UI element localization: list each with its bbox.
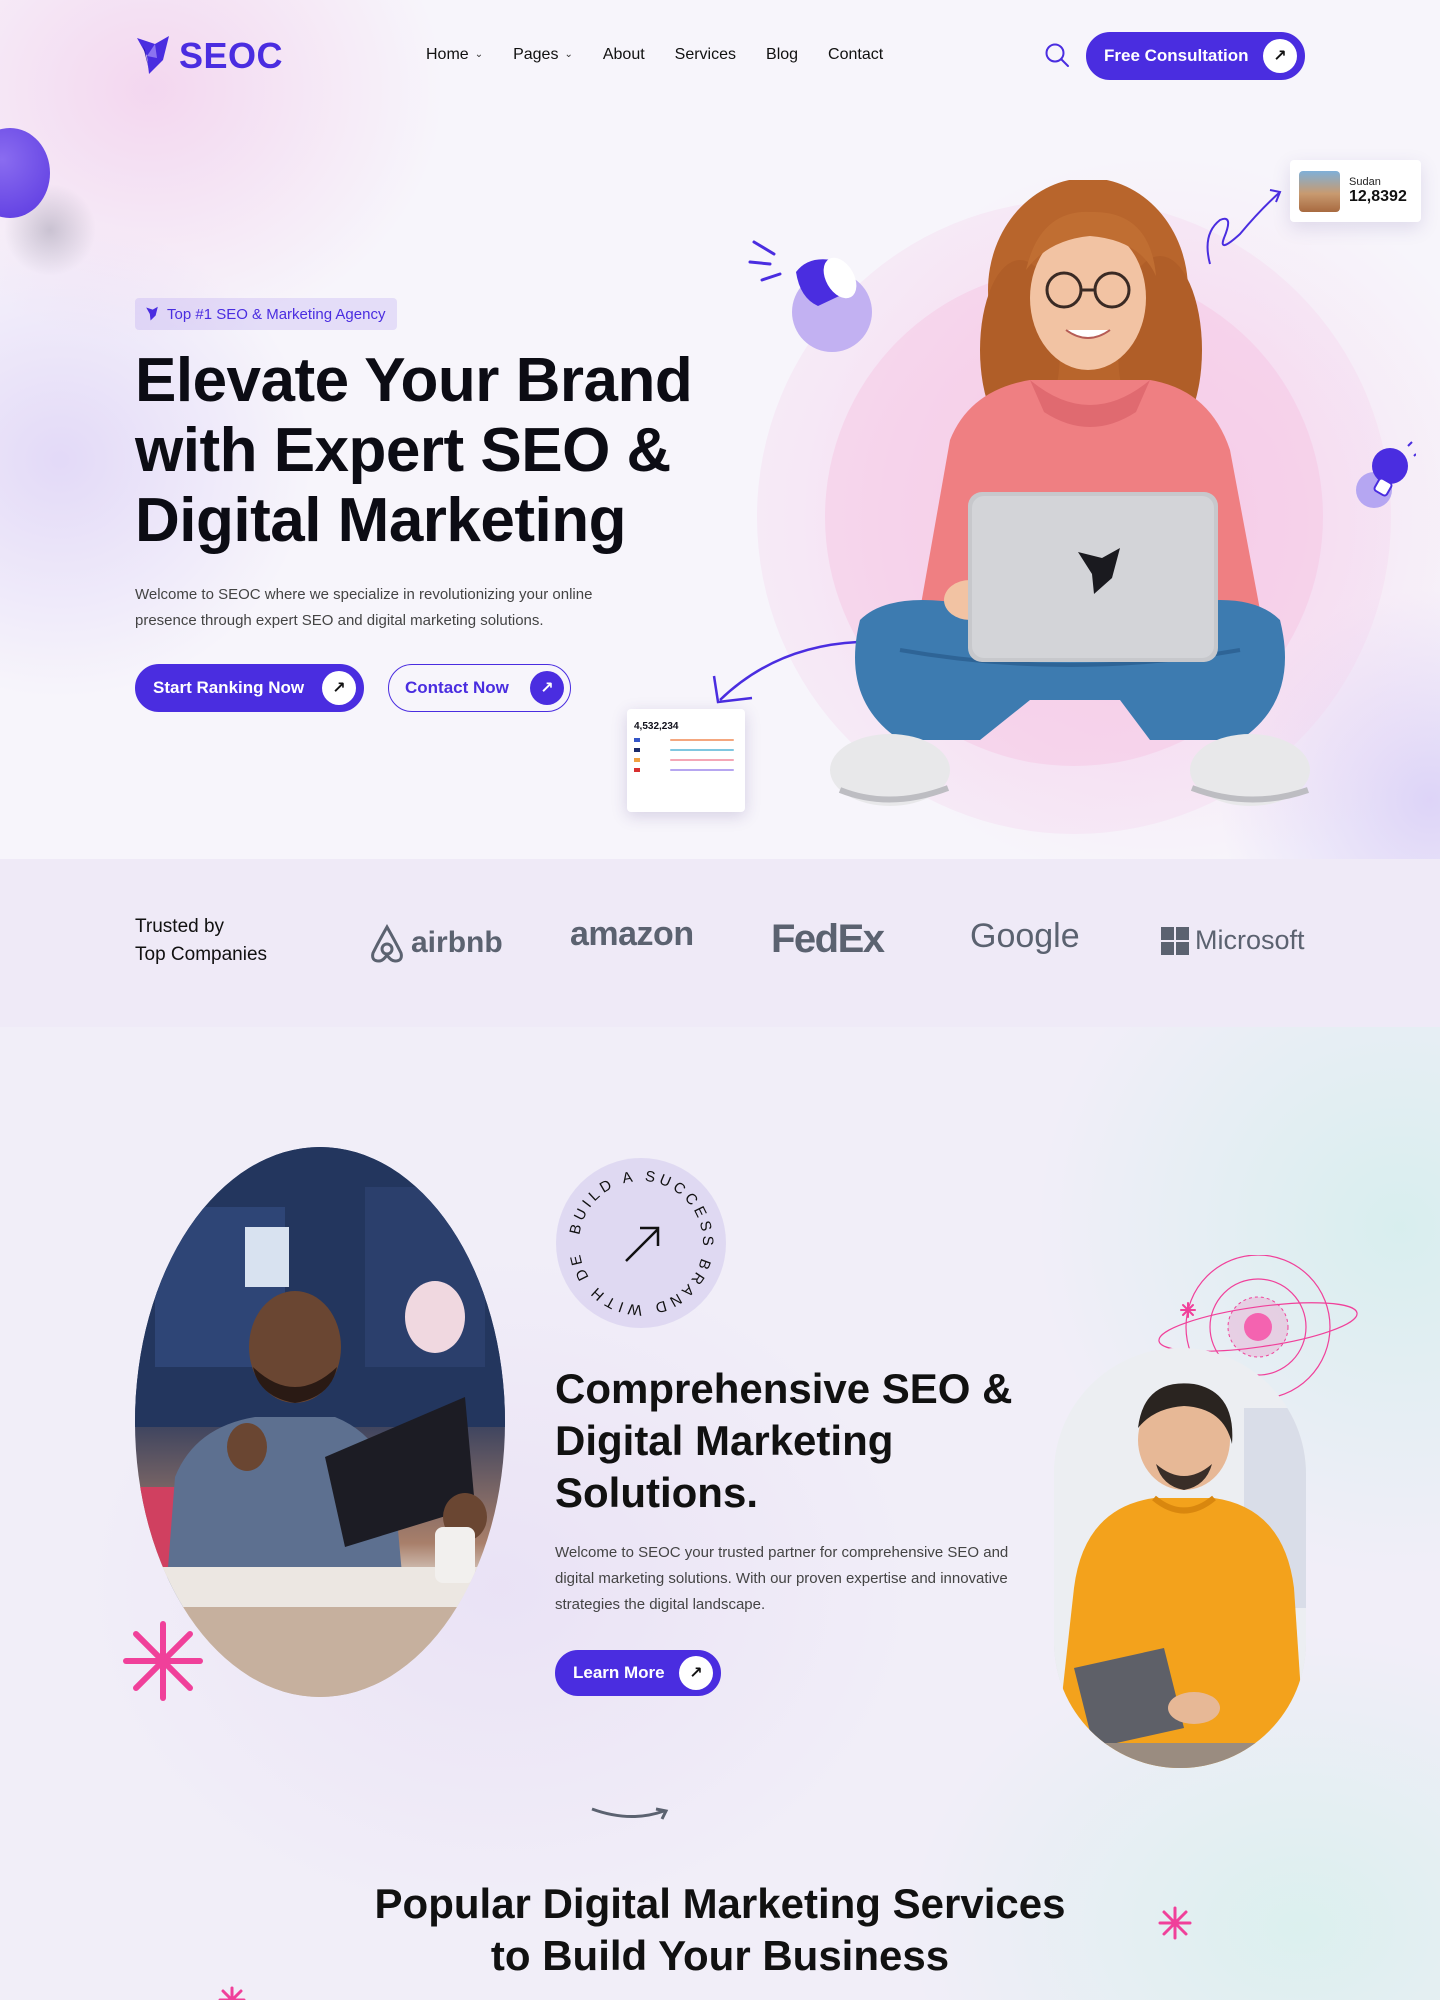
nav-pages[interactable]: Pages ⌄ (513, 46, 573, 64)
mini-dashboard-value: 4,532,234 (634, 721, 679, 732)
services-title-line2: to Build Your Business (490, 1932, 950, 1979)
brand-google: Google (970, 917, 1080, 956)
flag-icon (634, 738, 640, 742)
rotating-badge[interactable]: BUILD A SUCCESS BRAND WITH DEMOUI (548, 1145, 726, 1328)
brand-fedex: FedEx (771, 917, 885, 962)
brand-amazon-label: amazon (570, 915, 694, 953)
learn-more-button[interactable]: Learn More ↗ (555, 1650, 721, 1696)
about-title: Comprehensive SEO & Digital Marketing So… (555, 1365, 1013, 1516)
logo-mark-small-icon (146, 306, 158, 321)
stat-thumbnail (1299, 170, 1340, 212)
about-man-photo (135, 1147, 505, 1697)
hero-title: Elevate Your Brand with Expert SEO & Dig… (135, 346, 693, 555)
stat-label: Sudan (1349, 176, 1381, 188)
asterisk-icon (123, 1621, 203, 1701)
svg-text:BUILD A SUCCESS BRAND WITH DEM: BUILD A SUCCESS BRAND WITH DEMOUI (556, 1158, 716, 1319)
microsoft-logo-icon (1161, 926, 1189, 955)
nav-about-label: About (602, 46, 645, 63)
arrow-up-right-icon: ↗ (679, 1656, 713, 1690)
nav-pages-label: Pages (513, 46, 559, 63)
hero-tag-label: Top #1 SEO & Marketing Agency (167, 305, 386, 323)
brand-airbnb: airbnb (369, 923, 503, 963)
hero-woman-illustration (830, 180, 1310, 806)
mini-dashboard-row (634, 758, 738, 762)
airbnb-logo-icon (371, 923, 403, 963)
badge-text: BUILD A SUCCESS BRAND WITH DEMOUI (548, 1145, 712, 1319)
asterisk-icon (218, 1986, 246, 2000)
flag-icon (634, 748, 640, 752)
brand-airbnb-label: airbnb (411, 926, 503, 959)
rotating-badge-graphic: BUILD A SUCCESS BRAND WITH DEMOUI (548, 1145, 716, 1319)
nav-home[interactable]: Home ⌄ (426, 46, 483, 64)
flag-icon (634, 758, 640, 762)
page: SEOC Home ⌄ Pages ⌄ About Services Blog … (0, 0, 1440, 2000)
trusted-title: Trusted by Top Companies (135, 913, 315, 969)
site-header: SEOC Home ⌄ Pages ⌄ About Services Blog … (0, 0, 1440, 112)
brand-microsoft: Microsoft (1161, 925, 1305, 956)
brand-fedex-label: FedEx (771, 917, 885, 961)
mini-dashboard-row (634, 738, 738, 742)
mini-dashboard-row (634, 768, 738, 772)
flag-icon (634, 768, 640, 772)
lightbulb-icon (1356, 441, 1416, 508)
mini-dashboard-card: 4,532,234 (627, 709, 745, 812)
mini-dashboard-row (634, 748, 738, 752)
asterisk-icon (1158, 1906, 1192, 1940)
amazon-smile-icon (591, 1807, 669, 1820)
arrow-up-right-icon: ↗ (1263, 39, 1297, 73)
learn-more-label: Learn More (573, 1663, 665, 1682)
logo[interactable]: SEOC (135, 34, 283, 78)
stat-value: 12,8392 (1349, 188, 1407, 205)
contact-now-button[interactable]: Contact Now ↗ (388, 664, 571, 712)
trusted-title-line1: Trusted by (135, 916, 225, 937)
stat-card-text: Sudan 12,8392 (1349, 176, 1407, 206)
trusted-by-section: Trusted by Top Companies airbnb amazon F… (0, 859, 1440, 1820)
logo-text: SEOC (179, 35, 284, 76)
trusted-title-line2: Top Companies (135, 944, 268, 965)
hero-description: Welcome to SEOC where we specialize in r… (135, 586, 593, 629)
services-title: Popular Digital Marketing Services to Bu… (320, 1878, 1120, 1982)
stat-card: Sudan 12,8392 (1290, 160, 1421, 222)
search-icon[interactable] (1044, 42, 1070, 68)
start-ranking-label: Start Ranking Now (153, 678, 305, 697)
brand-google-label: Google (970, 917, 1080, 955)
main-nav: Home ⌄ Pages ⌄ About Services Blog Conta… (426, 46, 883, 64)
man-orange-sweater-illustration (1054, 1348, 1306, 1768)
nav-about[interactable]: About (603, 46, 645, 64)
about-description: Welcome to SEOC your trusted partner for… (555, 1544, 1009, 1613)
arrow-up-right-icon: ↗ (322, 671, 356, 705)
logo-mark-icon (137, 36, 169, 74)
free-consultation-label: Free Consultation (1104, 46, 1249, 65)
services-title-line1: Popular Digital Marketing Services (374, 1880, 1066, 1927)
brand-amazon: amazon (570, 915, 694, 954)
nav-blog[interactable]: Blog (766, 46, 798, 64)
nav-home-label: Home (426, 46, 469, 63)
brand-microsoft-label: Microsoft (1195, 925, 1305, 955)
contact-now-label: Contact Now (405, 678, 509, 697)
arrow-up-right-icon: ↗ (530, 671, 564, 705)
nav-contact-label: Contact (828, 46, 884, 63)
about-man-orange-photo (1054, 1348, 1306, 1768)
free-consultation-button[interactable]: Free Consultation ↗ (1086, 32, 1305, 80)
nav-blog-label: Blog (766, 46, 799, 63)
start-ranking-button[interactable]: Start Ranking Now ↗ (135, 664, 364, 712)
nav-services[interactable]: Services (675, 46, 736, 64)
man-with-laptop-illustration (135, 1147, 505, 1697)
nav-contact[interactable]: Contact (828, 46, 883, 64)
chevron-down-icon: ⌄ (474, 48, 484, 60)
hero-tag: Top #1 SEO & Marketing Agency (135, 298, 398, 330)
chevron-down-icon: ⌄ (564, 48, 573, 60)
nav-services-label: Services (674, 46, 737, 63)
